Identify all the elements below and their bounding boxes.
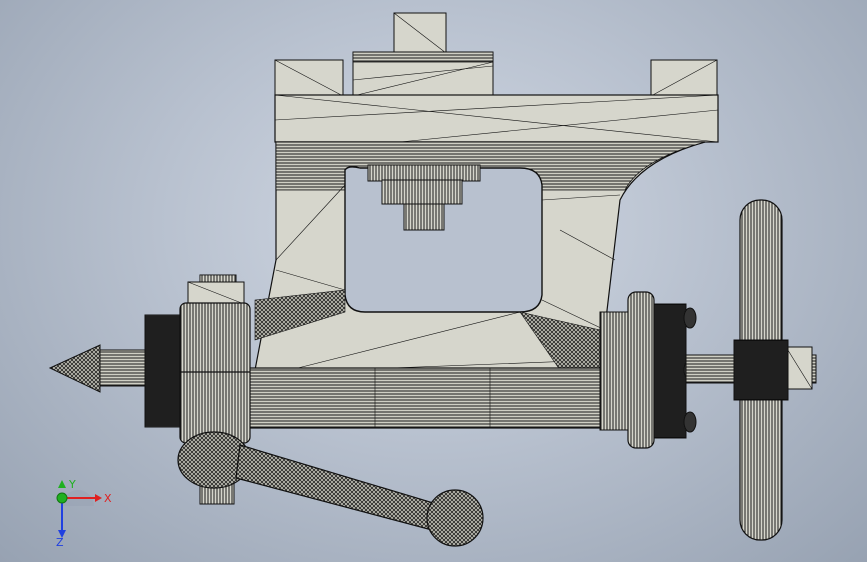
top-clamp-block[interactable] — [352, 12, 494, 97]
rear-flange[interactable] — [599, 291, 697, 449]
x-arrow-head — [95, 494, 102, 502]
y-arrow-head — [58, 480, 66, 488]
y-axis-dot — [56, 492, 68, 504]
y-axis-label: Y — [68, 478, 76, 491]
handwheel[interactable] — [733, 199, 789, 541]
z-axis-label: Z — [56, 536, 64, 548]
axis-triad: X Y Z — [56, 478, 112, 548]
top-slide-plate[interactable] — [274, 59, 719, 143]
x-axis-label: X — [104, 492, 112, 505]
live-center[interactable] — [48, 344, 146, 393]
model-viewport[interactable] — [0, 0, 867, 562]
